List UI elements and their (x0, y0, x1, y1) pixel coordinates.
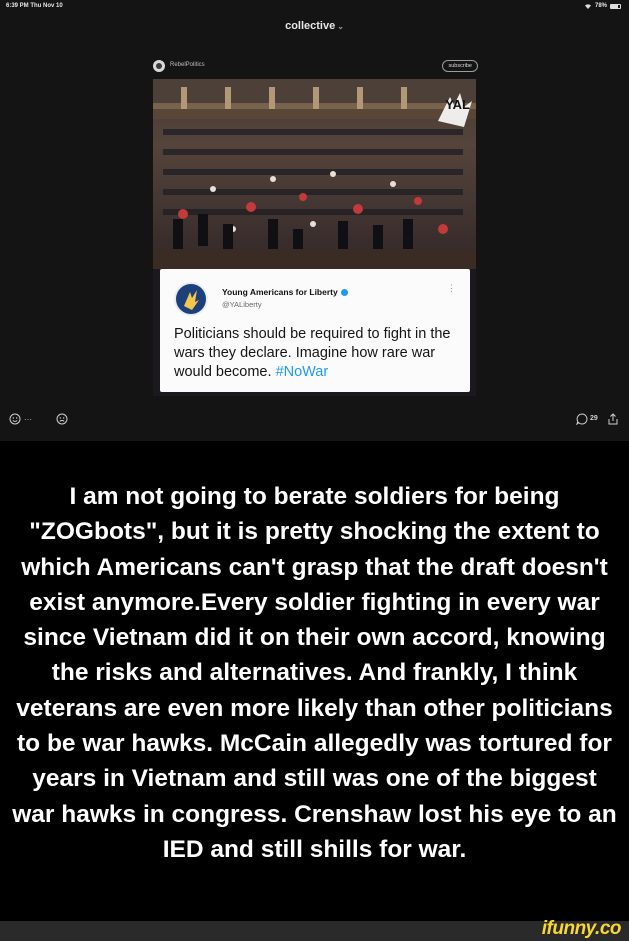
comment-icon[interactable] (576, 413, 588, 425)
subscribe-button[interactable]: subscribe (442, 60, 478, 72)
yal-avatar (174, 282, 208, 316)
community-avatar[interactable] (153, 60, 165, 72)
tweet-author-name: Young Americans for Liberty (222, 287, 348, 297)
feed-title[interactable]: collective ⌄ (0, 20, 629, 32)
yal-logo-text: YAL (445, 97, 470, 112)
app-screenshot: 6:39 PM Thu Nov 10 78% collective ⌄ Rebel… (0, 0, 629, 441)
reaction-more[interactable]: ··· (24, 415, 32, 424)
tweet-card: Young Americans for Liberty @YALiberty ⋮… (160, 269, 470, 392)
share-icon[interactable] (607, 413, 619, 425)
community-name[interactable]: RebelPolitics (170, 62, 205, 68)
comment-count: 29 (590, 415, 598, 422)
status-time: 6:39 PM Thu Nov 10 (6, 3, 63, 9)
chevron-down-icon: ⌄ (337, 22, 344, 31)
tweet-handle: @YALiberty (222, 300, 262, 309)
status-icons: 78% (584, 3, 621, 9)
status-bar: 6:39 PM Thu Nov 10 78% (0, 0, 629, 14)
battery-percent: 78% (594, 3, 607, 9)
post-actions: ··· 29 (0, 413, 629, 429)
wifi-icon (584, 4, 591, 9)
post-image[interactable]: YAL Young Americans for Liberty @YALiber… (153, 79, 476, 396)
battery-icon (610, 3, 621, 9)
yal-torch-icon (184, 290, 199, 310)
house-chamber-photo (153, 79, 476, 269)
caption-text: I am not going to berate soldiers for be… (12, 483, 617, 863)
post-header: RebelPolitics subscribe (153, 58, 478, 74)
more-options-icon: ⋮ (447, 283, 456, 293)
ifunny-watermark: ifunny.co (541, 918, 622, 939)
feed-title-label: collective (285, 20, 336, 32)
verified-icon (340, 289, 348, 297)
tweet-hashtag: #NoWar (275, 364, 329, 380)
tweet-author-name-text: Young Americans for Liberty (222, 287, 338, 297)
add-reaction-icon[interactable] (9, 413, 21, 425)
smiley-icon[interactable] (56, 413, 68, 425)
tweet-text: Politicians should be required to fight … (174, 325, 462, 382)
watermark-bar (0, 921, 629, 941)
